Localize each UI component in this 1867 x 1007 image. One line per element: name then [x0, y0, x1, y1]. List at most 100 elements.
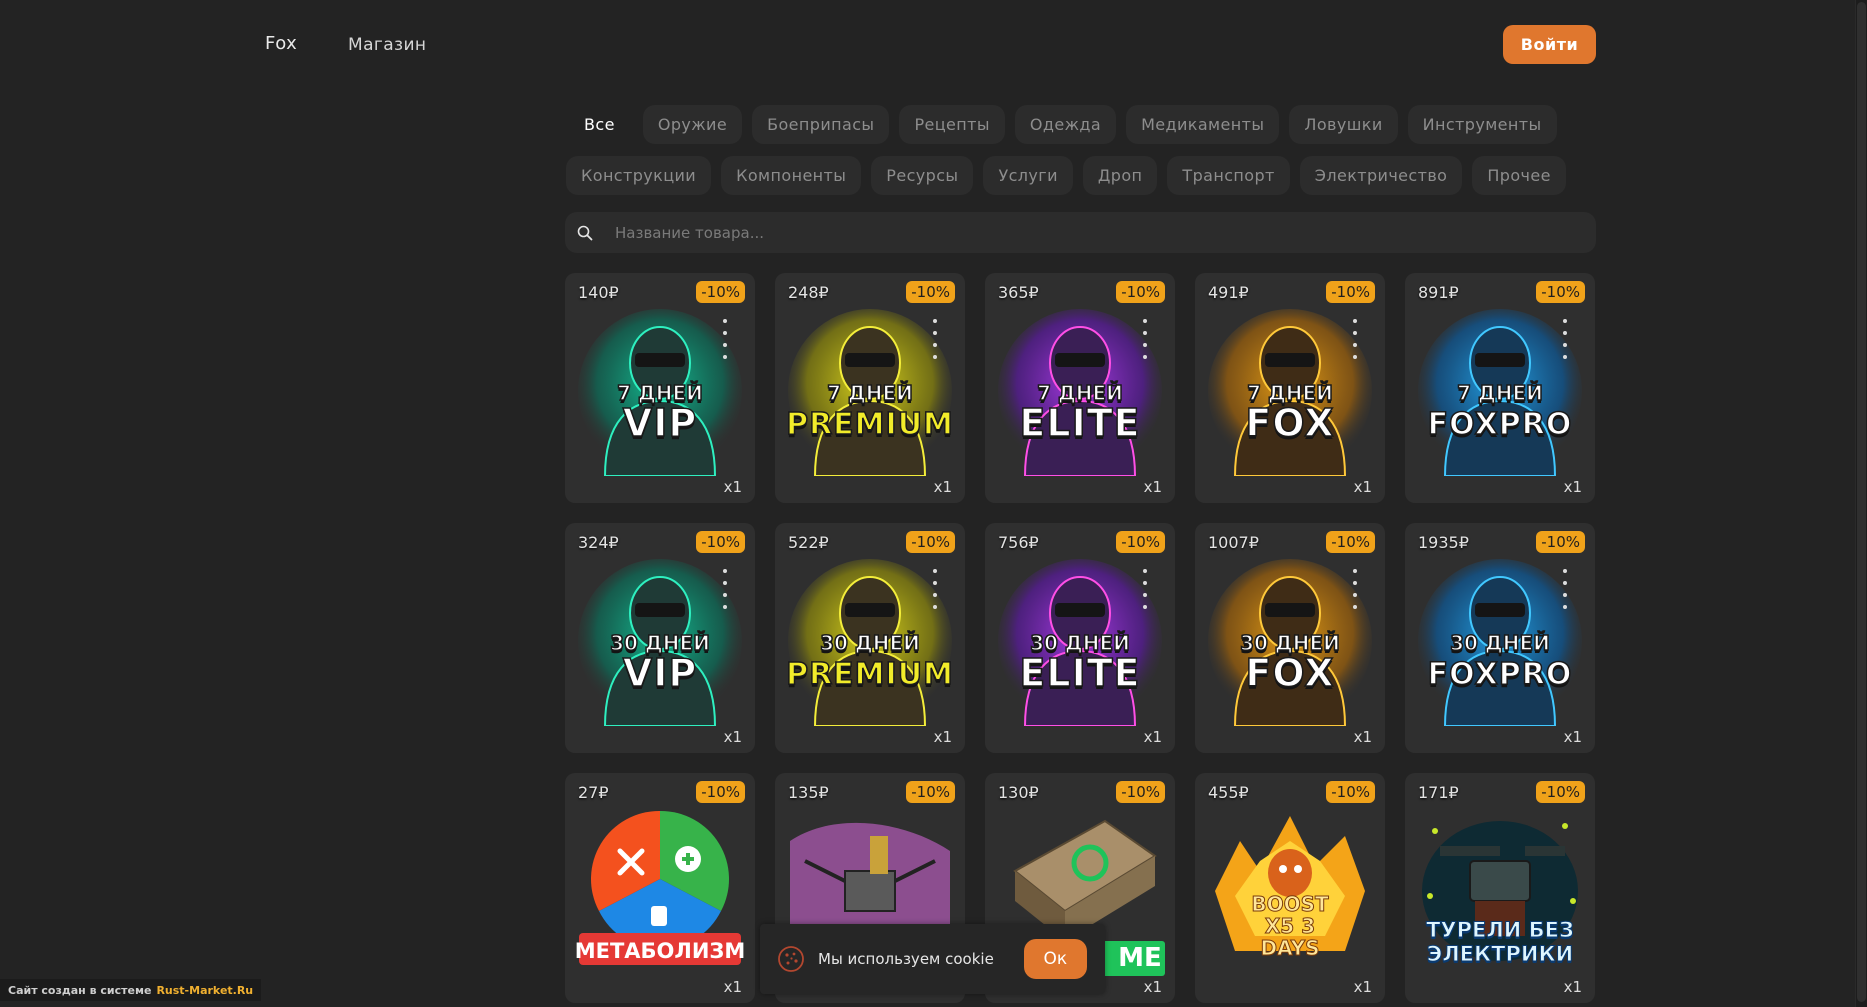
category-chip[interactable]: Медикаменты [1126, 105, 1280, 144]
discount-badge: -10% [1536, 781, 1585, 803]
product-card[interactable]: 1935₽ -10% 30 ДНЕЙ FOXPRO x1 [1405, 523, 1595, 753]
product-card[interactable]: 365₽ -10% 7 ДНЕЙ ELITE x1 [985, 273, 1175, 503]
product-quantity: x1 [723, 728, 742, 746]
product-price: 756₽ [998, 533, 1039, 552]
product-title: FOX [1245, 400, 1335, 446]
discount-badge: -10% [906, 281, 955, 303]
discount-badge: -10% [1326, 531, 1375, 553]
shop-page: Fox Магазин Войти Все Оружие Боеприпасы Рец… [0, 0, 1867, 1007]
product-card[interactable]: 491₽ -10% 7 ДНЕЙ FOX x1 [1195, 273, 1385, 503]
product-quantity: x1 [933, 728, 952, 746]
product-title: ELITE [1019, 650, 1141, 696]
category-chip[interactable]: Рецепты [899, 105, 1005, 144]
discount-badge: -10% [906, 781, 955, 803]
discount-badge: -10% [1536, 281, 1585, 303]
category-chip[interactable]: Оружие [642, 105, 743, 144]
product-quantity: x1 [1143, 978, 1162, 996]
product-days: 30 ДНЕЙ [819, 630, 920, 656]
product-price: 491₽ [1208, 283, 1249, 302]
product-card[interactable]: 522₽ -10% 30 ДНЕЙ PREMIUM x1 [775, 523, 965, 753]
product-price: 365₽ [998, 283, 1039, 302]
category-chip[interactable]: Конструкции [566, 156, 712, 195]
product-grid: 140₽ -10% 7 ДНЕЙ VIP x1 248₽ -10% 7 ДНЕЙ… [565, 273, 1597, 1003]
search-icon [565, 212, 605, 253]
product-quantity: x1 [1353, 978, 1372, 996]
product-title: BOOST X5 3 DAYS [1251, 892, 1329, 960]
product-title: FOXPRO [1427, 656, 1573, 693]
category-chip[interactable]: Одежда [1014, 105, 1117, 144]
product-title: FOX [1245, 650, 1335, 696]
product-card[interactable]: 140₽ -10% 7 ДНЕЙ VIP x1 [565, 273, 755, 503]
discount-badge: -10% [696, 781, 745, 803]
cookie-text: Мы используем cookie [818, 950, 994, 968]
discount-badge: -10% [696, 281, 745, 303]
product-price: 1935₽ [1418, 533, 1469, 552]
category-chip[interactable]: Электричество [1299, 156, 1463, 195]
category-chip[interactable]: Боеприпасы [752, 105, 890, 144]
product-quantity: x1 [723, 978, 742, 996]
product-title: ТУРЕЛИ БЕЗ ЭЛЕКТРИКИ [1426, 918, 1575, 967]
product-card[interactable]: 891₽ -10% 7 ДНЕЙ FOXPRO x1 [1405, 273, 1595, 503]
product-price: 455₽ [1208, 783, 1249, 802]
product-price: 140₽ [578, 283, 619, 302]
product-title: PREMIUM [785, 406, 954, 443]
product-card[interactable]: 324₽ -10% 30 ДНЕЙ VIP x1 [565, 523, 755, 753]
discount-badge: -10% [1116, 781, 1165, 803]
product-days: 7 ДНЕЙ [1456, 380, 1543, 406]
scrollbar[interactable] [1855, 0, 1867, 1007]
product-price: 324₽ [578, 533, 619, 552]
product-price: 891₽ [1418, 283, 1459, 302]
product-price: 27₽ [578, 783, 609, 802]
product-card[interactable]: 1007₽ -10% 30 ДНЕЙ FOX x1 [1195, 523, 1385, 753]
product-title: FOXPRO [1427, 406, 1573, 443]
product-title: МЕТАБОЛИЗМ [574, 939, 746, 963]
product-price: 130₽ [998, 783, 1039, 802]
product-price: 248₽ [788, 283, 829, 302]
category-chip[interactable]: Услуги [983, 156, 1073, 195]
search-bar [565, 212, 1596, 253]
category-chip[interactable]: Ловушки [1289, 105, 1398, 144]
product-price: 1007₽ [1208, 533, 1259, 552]
product-quantity: x1 [1563, 978, 1582, 996]
category-chip[interactable]: Ресурсы [871, 156, 974, 195]
cookie-notice: Мы используем cookie Ок [760, 924, 1105, 994]
cookie-icon [776, 944, 806, 974]
product-card[interactable]: 756₽ -10% 30 ДНЕЙ ELITE x1 [985, 523, 1175, 753]
product-days: 7 ДНЕЙ [826, 380, 913, 406]
nav-shop-link[interactable]: Магазин [348, 35, 426, 55]
product-quantity: x1 [1353, 728, 1372, 746]
product-title: VIP [622, 650, 698, 696]
category-chip[interactable]: Компоненты [721, 156, 862, 195]
made-by-badge: Сайт создан в системе Rust-Market.Ru [0, 979, 262, 1001]
made-by-text: Сайт создан в системе [8, 983, 152, 997]
product-title: PREMIUM [785, 656, 954, 693]
discount-badge: -10% [1326, 281, 1375, 303]
product-title: ME [1118, 943, 1162, 973]
product-quantity: x1 [1353, 478, 1372, 496]
product-card[interactable]: 27₽ -10% МЕТАБОЛИЗМ x1 [565, 773, 755, 1003]
product-price: 522₽ [788, 533, 829, 552]
product-card[interactable]: 248₽ -10% 7 ДНЕЙ PREMIUM x1 [775, 273, 965, 503]
product-days: 30 ДНЕЙ [1449, 630, 1550, 656]
product-price: 171₽ [1418, 783, 1459, 802]
product-title: ELITE [1019, 400, 1141, 446]
product-card[interactable]: 171₽ -10% ТУРЕЛИ БЕЗ ЭЛЕКТРИКИ x1 [1405, 773, 1595, 1003]
made-by-link[interactable]: Rust-Market.Ru [156, 984, 253, 997]
product-quantity: x1 [933, 478, 952, 496]
discount-badge: -10% [1536, 531, 1585, 553]
category-chip[interactable]: Дроп [1082, 156, 1158, 195]
category-chip[interactable]: Инструменты [1407, 105, 1557, 144]
discount-badge: -10% [1116, 531, 1165, 553]
product-title: VIP [622, 400, 698, 446]
category-chip[interactable]: Прочее [1472, 156, 1566, 195]
product-card[interactable]: 455₽ -10% BOOST X5 3 DAYS x1 [1195, 773, 1385, 1003]
discount-badge: -10% [1326, 781, 1375, 803]
search-input[interactable] [605, 223, 1596, 242]
cookie-ok-button[interactable]: Ок [1023, 939, 1087, 979]
discount-badge: -10% [906, 531, 955, 553]
category-chip[interactable]: Все [566, 105, 633, 144]
login-button[interactable]: Войти [1503, 25, 1596, 64]
scrollbar-thumb[interactable] [1857, 2, 1866, 1002]
category-chip[interactable]: Транспорт [1167, 156, 1290, 195]
brand-link[interactable]: Fox [265, 33, 297, 54]
